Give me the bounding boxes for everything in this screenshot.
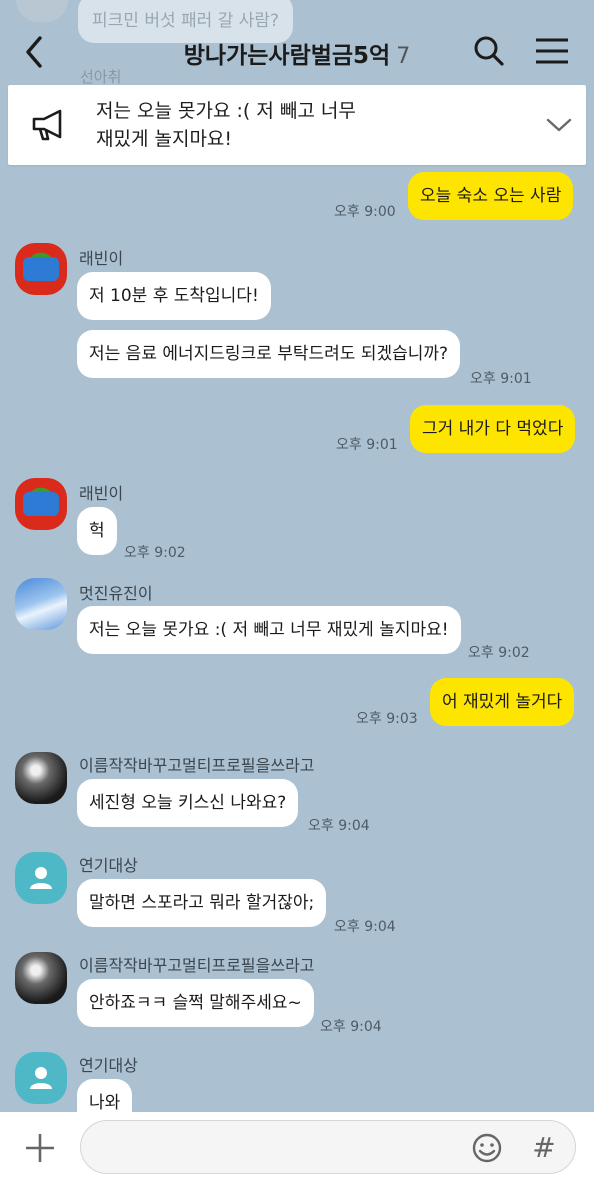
sender-name: 이름작작바꾸고멀티프로필을쓰라고 bbox=[79, 756, 315, 775]
message-time: 오후 9:03 bbox=[356, 711, 418, 727]
megaphone-icon bbox=[30, 107, 72, 143]
message-time: 오후 9:02 bbox=[468, 645, 530, 661]
message-input-bar: # bbox=[0, 1112, 594, 1200]
sender-name: 래빈이 bbox=[79, 484, 124, 503]
avatar[interactable] bbox=[15, 852, 67, 904]
chevron-down-icon[interactable] bbox=[544, 113, 574, 137]
default-profile-icon bbox=[30, 867, 52, 889]
message-time: 오후 9:04 bbox=[308, 818, 370, 834]
message-time: 오후 9:01 bbox=[336, 437, 398, 453]
sender-name: 이름작작바꾸고멀티프로필을쓰라고 bbox=[79, 956, 315, 975]
hashtag-button[interactable]: # bbox=[529, 1131, 559, 1165]
default-profile-icon bbox=[30, 1067, 52, 1089]
sender-name: 래빈이 bbox=[79, 249, 124, 268]
their-message-bubble[interactable]: 세진형 오늘 키스신 나와요? bbox=[77, 779, 299, 827]
notice-line-1: 저는 오늘 못가요 :( 저 빼고 너무 bbox=[96, 100, 356, 122]
notice-line-2: 재밌게 놀지마요! bbox=[96, 128, 233, 150]
sender-name: 연기대상 bbox=[79, 856, 138, 875]
my-message-bubble[interactable]: 그거 내가 다 먹었다 bbox=[410, 405, 576, 453]
message-time: 오후 9:04 bbox=[334, 919, 396, 935]
avatar[interactable] bbox=[15, 243, 67, 295]
sender-name: 연기대상 bbox=[79, 1056, 138, 1075]
pinned-notice[interactable]: 저는 오늘 못가요 :( 저 빼고 너무 재밌게 놀지마요! bbox=[8, 85, 586, 165]
their-message-bubble[interactable]: 저 10분 후 도착입니다! bbox=[77, 272, 271, 320]
member-count: 7 bbox=[396, 44, 411, 69]
sender-name: 멋진유진이 bbox=[79, 584, 153, 603]
message-time: 오후 9:00 bbox=[334, 204, 396, 220]
avatar[interactable] bbox=[15, 1052, 67, 1104]
message-field[interactable]: # bbox=[80, 1120, 576, 1174]
search-icon[interactable] bbox=[472, 34, 506, 68]
plus-icon[interactable] bbox=[24, 1132, 56, 1164]
my-message-bubble[interactable]: 어 재밌게 놀거다 bbox=[430, 678, 575, 726]
avatar[interactable] bbox=[15, 752, 67, 804]
chat-header: 방나가는사람벌금5억 7 bbox=[0, 18, 594, 84]
their-message-bubble[interactable]: 헉 bbox=[77, 507, 117, 555]
their-message-bubble[interactable]: 안하죠ㅋㅋ 슬쩍 말해주세요~ bbox=[77, 979, 314, 1027]
message-time: 오후 9:01 bbox=[470, 371, 532, 387]
room-name: 방나가는사람벌금5억 bbox=[183, 43, 391, 69]
menu-icon[interactable] bbox=[534, 36, 570, 66]
message-input[interactable] bbox=[99, 1131, 459, 1163]
avatar[interactable] bbox=[15, 578, 67, 630]
avatar[interactable] bbox=[15, 952, 67, 1004]
their-message-bubble[interactable]: 저는 오늘 못가요 :( 저 빼고 너무 재밌게 놀지마요! bbox=[77, 606, 461, 654]
their-message-bubble[interactable]: 저는 음료 에너지드링크로 부탁드려도 되겠습니까? bbox=[77, 330, 461, 378]
avatar[interactable] bbox=[15, 478, 67, 530]
my-message-bubble[interactable]: 오늘 숙소 오는 사람 bbox=[408, 172, 574, 220]
their-message-bubble[interactable]: 말하면 스포라고 뭐라 할거잖아; bbox=[77, 879, 327, 927]
message-time: 오후 9:02 bbox=[124, 545, 186, 561]
emoji-icon[interactable] bbox=[471, 1132, 503, 1164]
message-time: 오후 9:04 bbox=[320, 1019, 382, 1035]
notice-text: 저는 오늘 못가요 :( 저 빼고 너무 재밌게 놀지마요! bbox=[96, 97, 516, 153]
